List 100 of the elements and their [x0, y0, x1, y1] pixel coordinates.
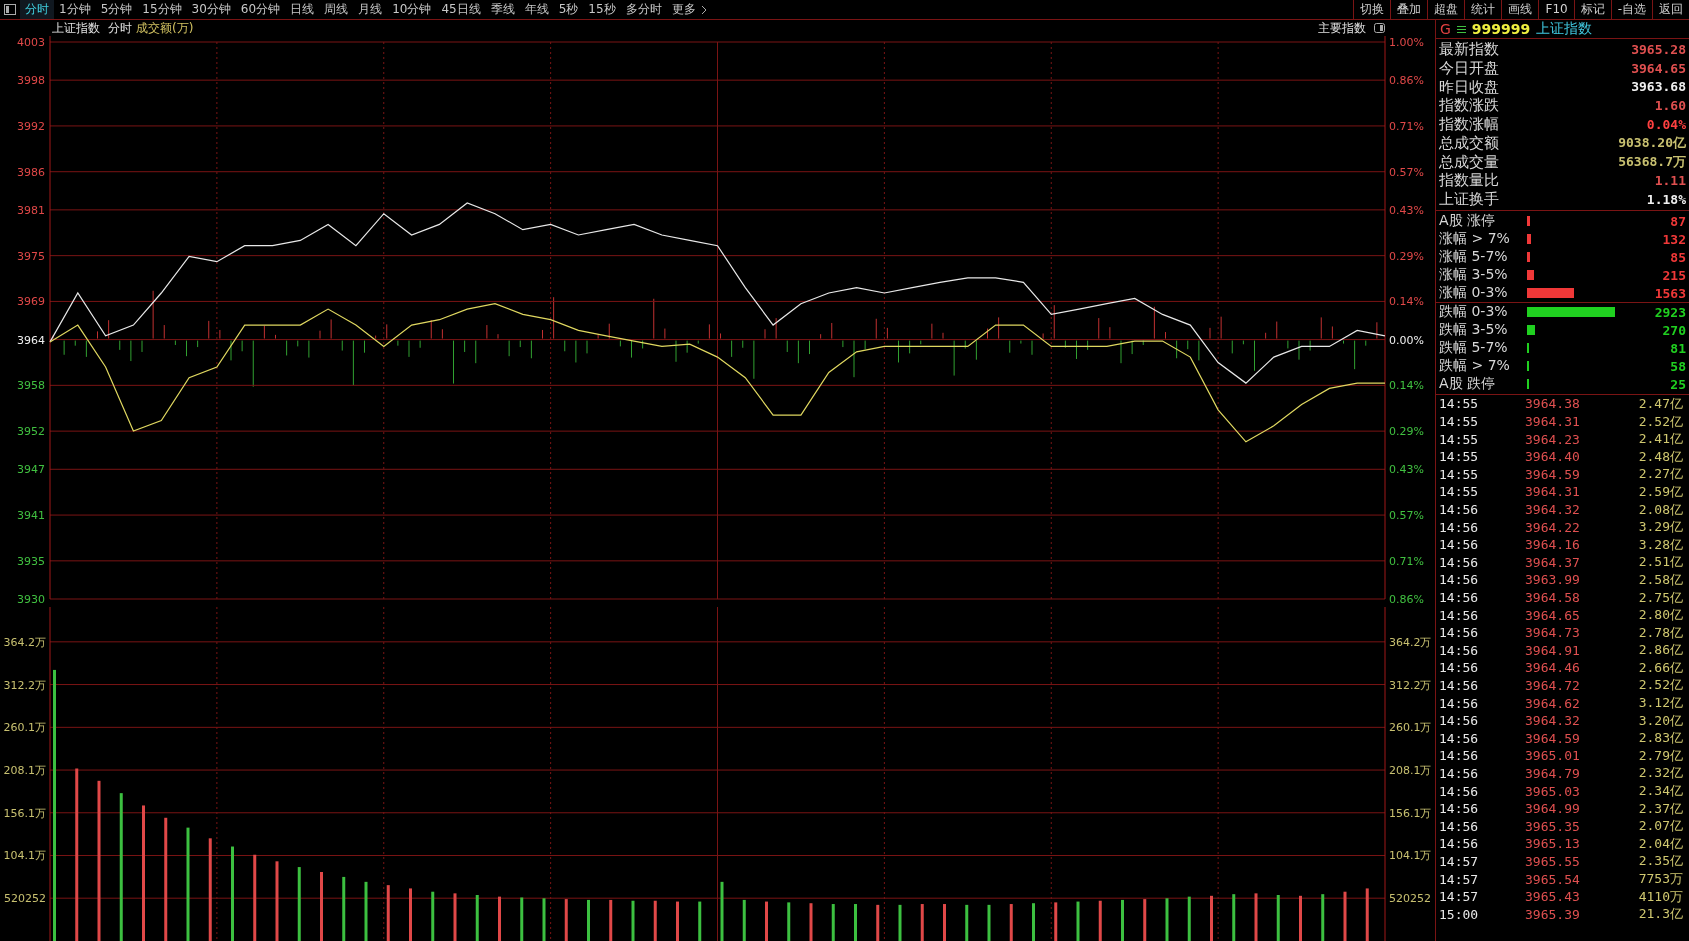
toolbar-button[interactable]: 超盘	[1427, 0, 1465, 19]
volume-bar	[920, 904, 924, 941]
tick-price: 3963.99	[1525, 572, 1581, 588]
sidebar-toggle-icon[interactable]	[4, 4, 16, 15]
tick-time: 14:56	[1439, 607, 1480, 623]
period-tab[interactable]: 1分钟	[54, 0, 96, 19]
stat-value: 9038.20亿	[1618, 134, 1686, 153]
volume-bar	[1009, 904, 1013, 941]
volume-bar	[765, 901, 768, 941]
toolbar-button[interactable]: 返回	[1652, 0, 1689, 19]
menu-icon[interactable]	[1456, 24, 1466, 34]
toggle-icon[interactable]	[1374, 23, 1385, 33]
tick-price: 3964.62	[1525, 695, 1581, 711]
toolbar-button[interactable]: 标记	[1573, 0, 1611, 19]
stat-value: 1.11	[1654, 173, 1686, 189]
tick-price: 3965.35	[1525, 818, 1581, 834]
tick-price: 3964.22	[1525, 519, 1581, 535]
tick-amount: 3.12亿	[1637, 694, 1683, 713]
volume-bar	[1121, 899, 1124, 941]
period-tab[interactable]: 周线	[319, 0, 354, 19]
toolbar-button[interactable]: 叠加	[1390, 0, 1428, 19]
axis-label: 3952	[17, 425, 45, 439]
tick-time: 14:57	[1439, 889, 1480, 905]
axis-label: 104.1万	[1389, 849, 1432, 863]
breadth-label: 跌幅 0-3%	[1439, 303, 1509, 322]
indicator-label: 成交额(万)	[136, 19, 194, 37]
tick-amount: 2.75亿	[1637, 588, 1683, 607]
breadth-count: 215	[1662, 267, 1686, 283]
volume-bar	[1054, 902, 1058, 941]
tick-time: 15:00	[1439, 906, 1480, 922]
axis-label: 0.71%	[1389, 554, 1424, 568]
period-tab[interactable]: 日线	[285, 0, 320, 19]
volume-bar	[498, 896, 501, 941]
index-selector[interactable]: 主要指数	[1318, 19, 1366, 37]
breadth-count: 81	[1670, 340, 1686, 356]
period-tab[interactable]: 月线	[353, 0, 388, 19]
period-tab[interactable]: 15分钟	[137, 0, 187, 19]
tick-time: 14:56	[1439, 625, 1480, 641]
toolbar-button[interactable]: 统计	[1464, 0, 1502, 19]
volume-bar	[564, 899, 568, 941]
period-tab[interactable]: 10分钟	[387, 0, 437, 19]
chart-mode: 分时	[108, 19, 132, 37]
chevron-right-icon	[700, 4, 707, 15]
tick-time: 14:56	[1439, 783, 1480, 799]
axis-label: 3930	[17, 593, 45, 606]
tick-time: 14:56	[1439, 695, 1480, 711]
tick-amount: 2.78亿	[1637, 623, 1683, 642]
toolbar-button[interactable]: -自选	[1610, 0, 1652, 19]
period-tab[interactable]: 多分时	[620, 0, 667, 19]
period-tab[interactable]: 30分钟	[186, 0, 236, 19]
tick-time: 14:56	[1439, 572, 1480, 588]
tick-price: 3964.79	[1525, 765, 1581, 781]
tick-price: 3964.59	[1525, 466, 1581, 482]
tick-time: 14:56	[1439, 519, 1480, 535]
tick-amount: 2.52亿	[1637, 676, 1683, 695]
stat-label: 上证换手	[1439, 190, 1499, 210]
toolbar-button[interactable]: 画线	[1501, 0, 1539, 19]
period-tab[interactable]: 45日线	[436, 0, 486, 19]
volume-bar	[409, 888, 412, 941]
tick-price: 3965.54	[1525, 871, 1581, 887]
volume-bar	[431, 891, 435, 941]
period-tab[interactable]: 分时	[20, 0, 54, 19]
tick-amount: 2.83亿	[1637, 729, 1683, 748]
volume-bar	[1276, 895, 1280, 941]
tick-amount: 2.27亿	[1637, 465, 1683, 484]
breadth-label: A股 涨停	[1439, 212, 1497, 231]
volume-bar	[1321, 894, 1325, 941]
tick-time: 14:56	[1439, 765, 1480, 781]
axis-label: 208.1万	[3, 764, 46, 778]
axis-label: 364.2万	[3, 635, 46, 649]
chart-title: 上证指数	[52, 19, 100, 37]
axis-label: 520252	[1389, 892, 1431, 906]
period-tab[interactable]: 5秒	[553, 0, 584, 19]
period-tab[interactable]: 15秒	[583, 0, 621, 19]
tick-price: 3964.65	[1525, 607, 1581, 623]
tick-time: 14:55	[1439, 449, 1480, 465]
tick-price: 3964.59	[1525, 730, 1581, 746]
breadth-count: 132	[1662, 231, 1686, 247]
more-tab[interactable]: 更多	[666, 0, 701, 19]
volume-bar	[1210, 895, 1213, 941]
tick-time: 14:56	[1439, 590, 1480, 605]
axis-label: 3969	[17, 295, 45, 309]
volume-bar	[898, 904, 902, 941]
toolbar-button[interactable]: 切换	[1353, 0, 1391, 19]
tick-time: 14:56	[1439, 748, 1480, 764]
axis-label: 156.1万	[1389, 806, 1432, 820]
breadth-count: 25	[1670, 376, 1686, 392]
stat-label: 指数量比	[1439, 171, 1499, 191]
tick-amount: 2.80亿	[1637, 606, 1683, 625]
volume-bar	[698, 901, 702, 941]
tick-time: 14:56	[1439, 642, 1480, 658]
period-tab[interactable]: 60分钟	[235, 0, 286, 19]
tick-price: 3964.58	[1525, 590, 1581, 605]
period-tab[interactable]: 季线	[485, 0, 520, 19]
volume-bar	[1232, 894, 1236, 941]
axis-label: 104.1万	[3, 849, 46, 863]
period-tab[interactable]: 5分钟	[95, 0, 138, 19]
toolbar-button[interactable]: F10	[1538, 0, 1574, 19]
period-tab[interactable]: 年线	[519, 0, 554, 19]
stat-label: 今日开盘	[1439, 58, 1499, 78]
